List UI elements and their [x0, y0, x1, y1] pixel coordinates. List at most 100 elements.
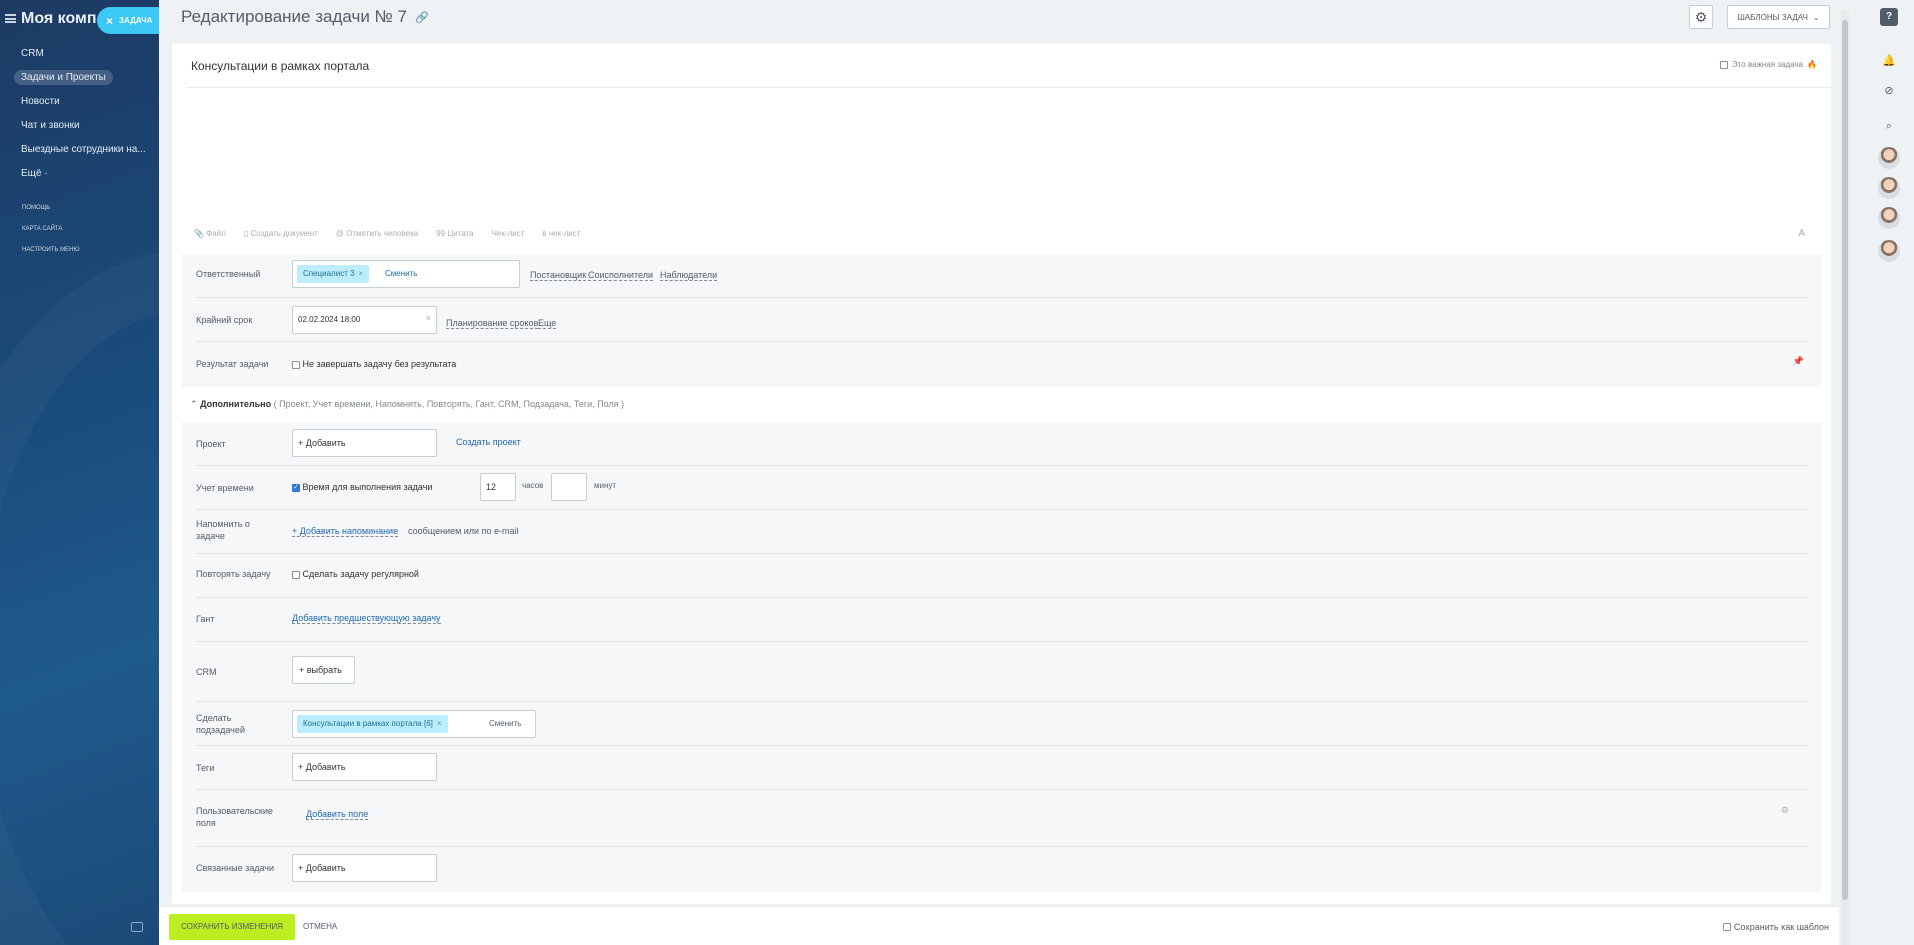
extra-summary: ( Проект, Учет времени, Напомнить, Повто…	[273, 399, 625, 409]
scrollbar-thumb[interactable]	[1842, 20, 1848, 900]
sidebar-item-label: Выездные сотрудники на...	[21, 144, 146, 155]
result-checkbox[interactable]	[292, 360, 300, 369]
responsible-row: Ответственный Специалист 3 × Сменить Пост…	[196, 254, 1809, 298]
tags-field[interactable]: + Добавить	[292, 753, 437, 781]
sitemap-link[interactable]: КАРТА САЙТА	[22, 226, 62, 232]
gear-icon[interactable]: ⚙	[1781, 805, 1789, 816]
reminder-row: Напомнить о задаче + Добавить напоминани…	[196, 510, 1809, 554]
add-predecessor-link[interactable]: Добавить предшествующую задачу	[292, 613, 441, 624]
responsible-field[interactable]: Специалист 3 × Сменить	[292, 260, 520, 288]
sidebar-item-field-staff[interactable]: Выездные сотрудники на...	[14, 138, 154, 162]
accomplices-link[interactable]: Соисполнители	[588, 270, 653, 281]
sidebar-item-chat[interactable]: Чат и звонки	[14, 114, 154, 138]
sidebar-item-crm[interactable]: CRM	[14, 42, 154, 66]
deadline-field[interactable]: 02.02.2024 18:00 ×	[292, 306, 437, 334]
configure-menu-link[interactable]: НАСТРОИТЬ МЕНЮ	[22, 247, 80, 253]
add-project-button[interactable]: + Добавить	[298, 438, 346, 448]
page-title-text: Редактирование задачи № 7	[181, 7, 407, 26]
link-icon[interactable]: 🔗	[415, 11, 429, 24]
sidebar-item-label: Новости	[21, 96, 60, 107]
toolbar-quote-label: Цитата	[447, 229, 474, 238]
repeat-option[interactable]: Сделать задачу регулярной	[292, 569, 419, 579]
extra-section-toggle[interactable]: ⌃ Дополнительно ( Проект, Учет времени, …	[190, 399, 624, 410]
scrollbar[interactable]	[1841, 10, 1849, 945]
text-format-icon[interactable]: A	[1798, 228, 1805, 239]
extra-title: Дополнительно	[200, 399, 272, 409]
help-icon[interactable]: ?	[1880, 8, 1898, 26]
result-option[interactable]: Не завершать задачу без результата	[292, 359, 456, 369]
toolbar-checklist[interactable]: Чек-лист	[492, 229, 525, 238]
bell-icon[interactable]: 🔔	[1880, 52, 1898, 70]
save-as-template-checkbox[interactable]	[1722, 923, 1731, 931]
deadline-value: 02.02.2024 18:00	[298, 315, 361, 324]
toolbar-to-checklist[interactable]: в чек-лист	[542, 229, 580, 238]
crm-row: CRM + выбрать	[196, 642, 1809, 702]
menu-icon[interactable]	[5, 14, 16, 23]
toolbar-file[interactable]: 📎 Файл	[194, 229, 226, 238]
clear-icon[interactable]: ×	[426, 313, 431, 323]
avatar[interactable]	[1878, 147, 1900, 169]
avatar[interactable]	[1878, 177, 1900, 199]
new-task-button[interactable]: × ЗАДАЧА	[97, 7, 159, 34]
gantt-row: Гант Добавить предшествующую задачу	[196, 598, 1809, 642]
toolbar-mention[interactable]: @ Отметить человека	[336, 229, 418, 238]
add-tag-button[interactable]: + Добавить	[298, 762, 346, 772]
crm-select-button[interactable]: + выбрать	[292, 656, 355, 684]
add-field-link[interactable]: Добавить поле	[306, 809, 369, 820]
settings-button[interactable]: ⚙	[1689, 5, 1713, 29]
planning-link[interactable]: Планирование сроков	[446, 318, 539, 329]
templates-button[interactable]: ШАБЛОНЫ ЗАДАЧ ⌄	[1727, 5, 1830, 29]
document-icon: ▯	[243, 229, 249, 238]
time-tracking-option[interactable]: Время для выполнения задачи	[292, 482, 432, 492]
hours-value: 12	[486, 482, 497, 492]
toolbar-create-doc[interactable]: ▯ Создать документ	[244, 229, 318, 238]
cancel-button[interactable]: ОТМЕНА	[303, 914, 337, 940]
hours-unit: часов	[522, 481, 544, 490]
subtask-label: Сделать подзадачей	[196, 713, 245, 735]
responsible-label: Ответственный	[196, 269, 261, 279]
toolbar-file-label: Файл	[206, 229, 226, 238]
add-reminder-link[interactable]: + Добавить напоминание	[292, 526, 399, 537]
parent-task-tag: Консультации в рамках портала [6] ×	[297, 715, 448, 733]
history-icon[interactable]: ⊘	[1880, 82, 1898, 100]
toolbar-quote[interactable]: 99 Цитата	[436, 229, 473, 238]
minutes-input[interactable]	[551, 473, 587, 501]
more-link[interactable]: Еще	[538, 318, 557, 329]
project-field[interactable]: + Добавить	[292, 429, 437, 457]
repeat-checkbox[interactable]	[292, 570, 300, 579]
sidebar-item-news[interactable]: Новости	[14, 90, 154, 114]
task-edit-card: Консультации в рамках портала Это важная…	[172, 44, 1831, 904]
help-link[interactable]: ПОМОЩЬ	[22, 205, 50, 211]
add-related-task-button[interactable]: + Добавить	[298, 863, 346, 873]
company-title[interactable]: Моя комп	[21, 10, 97, 28]
remove-icon[interactable]: ×	[359, 269, 364, 278]
change-parent-link[interactable]: Сменить	[489, 719, 521, 728]
subtask-field[interactable]: Консультации в рамках портала [6] × Смени…	[292, 710, 536, 738]
create-project-link[interactable]: Создать проект	[456, 437, 521, 447]
reminder-text: сообщением или по e-mail	[408, 526, 519, 536]
pin-icon[interactable]: 📌	[1793, 356, 1804, 367]
editor-toolbar: 📎 Файл ▯ Создать документ @ Отметить чел…	[194, 229, 580, 238]
important-toggle[interactable]: Это важная задача 🔥	[1719, 60, 1817, 69]
save-as-template[interactable]: Сохранить как шаблон	[1722, 922, 1829, 932]
hours-input[interactable]: 12	[480, 473, 516, 501]
time-tracking-checkbox[interactable]	[292, 483, 300, 492]
sidebar-item-more[interactable]: Ещё ·	[14, 162, 154, 186]
responsible-tag: Специалист 3 ×	[297, 265, 370, 283]
observers-link[interactable]: Наблюдатели	[660, 270, 718, 281]
remove-icon[interactable]: ×	[437, 719, 442, 728]
creator-link[interactable]: Постановщик	[530, 270, 587, 281]
avatar[interactable]	[1878, 207, 1900, 229]
related-tasks-field[interactable]: + Добавить	[292, 854, 437, 882]
task-title-input[interactable]: Консультации в рамках портала	[191, 59, 369, 73]
search-icon[interactable]: ⌕	[1880, 117, 1898, 135]
form-footer: СОХРАНИТЬ ИЗМЕНЕНИЯ ОТМЕНА Сохранить как…	[159, 906, 1839, 945]
sidebar-item-tasks[interactable]: Задачи и Проекты	[14, 66, 154, 90]
important-checkbox[interactable]	[1719, 60, 1728, 69]
change-responsible-link[interactable]: Сменить	[385, 269, 417, 278]
related-tasks-label: Связанные задачи	[196, 863, 275, 873]
save-button[interactable]: СОХРАНИТЬ ИЗМЕНЕНИЯ	[169, 914, 295, 940]
print-icon[interactable]	[131, 922, 143, 932]
user-fields-row: Пользовательские поля Добавить поле ⚙	[196, 790, 1809, 847]
avatar[interactable]	[1878, 240, 1900, 262]
